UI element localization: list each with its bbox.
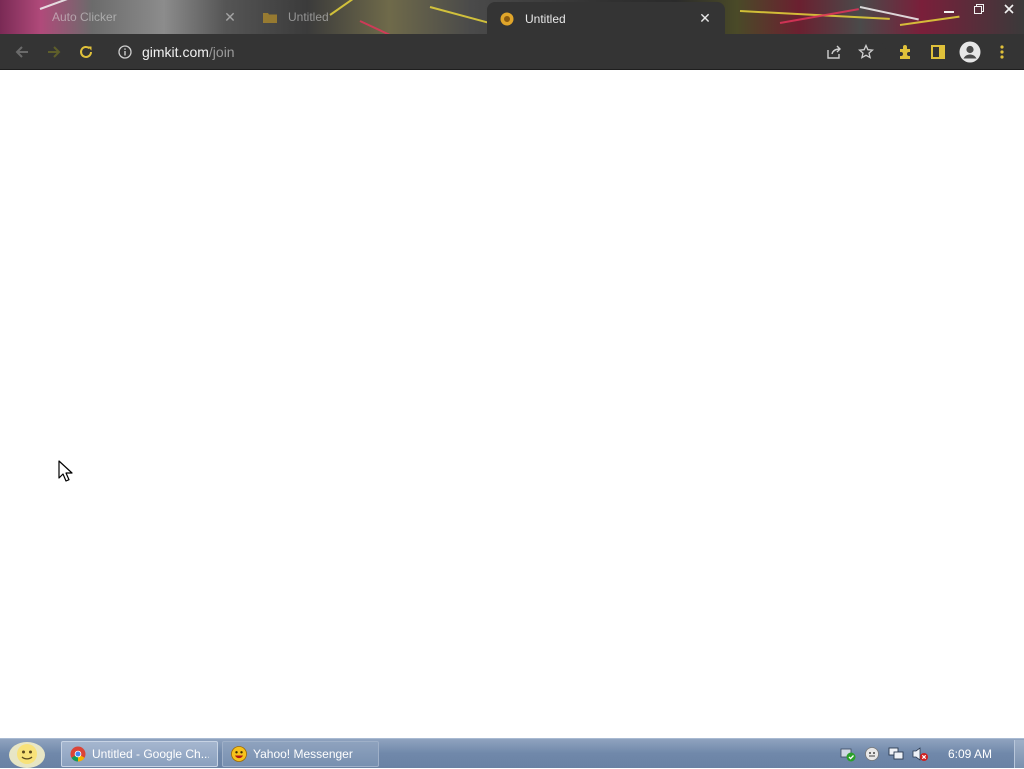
taskbar-clock[interactable]: 6:09 AM [948,747,992,761]
tab-label: Untitled [288,10,329,24]
restore-icon[interactable] [964,0,994,18]
forward-icon[interactable] [42,40,66,64]
side-panel-icon[interactable] [926,40,950,64]
minimize-icon[interactable] [934,0,964,18]
back-icon[interactable] [10,40,34,64]
taskbar-button-chrome[interactable]: Untitled - Google Ch... [61,741,218,767]
close-icon[interactable] [994,0,1024,18]
gimkit-favicon-icon [499,11,515,27]
tab-label: Auto Clicker [52,10,117,24]
menu-icon[interactable] [990,40,1014,64]
bookmark-star-icon[interactable] [854,40,878,64]
display-icon[interactable] [884,744,908,764]
taskbar: Untitled - Google Ch... Yahoo! Messenger… [0,738,1024,768]
taskbar-button-label: Yahoo! Messenger [253,747,353,761]
mouse-cursor-icon [58,460,74,482]
tab-label: Untitled [525,11,566,26]
window-controls [934,0,1024,18]
tab-auto-clicker[interactable]: Auto Clicker ✕ [40,3,250,31]
taskbar-button-label: Untitled - Google Ch... [92,747,209,761]
yahoo-messenger-icon [231,746,247,762]
site-info-icon[interactable] [118,45,132,59]
start-button[interactable] [6,740,48,768]
url-host: gimkit.com [142,44,209,60]
extensions-icon[interactable] [894,40,918,64]
tab-untitled-active[interactable]: Untitled ✕ [487,2,725,34]
volume-muted-icon[interactable] [908,744,932,764]
reload-icon[interactable] [74,40,98,64]
address-bar[interactable]: gimkit.com/join [110,39,886,65]
tab-strip: Auto Clicker ✕ Untitled Untitled ✕ [0,0,1024,34]
share-icon[interactable] [822,40,846,64]
taskbar-button-yahoo-messenger[interactable]: Yahoo! Messenger [222,741,379,767]
page-content [0,70,1024,738]
messenger-tray-icon[interactable] [860,744,884,764]
url-path: /join [208,44,235,60]
show-desktop-button[interactable] [1014,740,1024,768]
chrome-icon [70,746,86,762]
browser-toolbar: gimkit.com/join [0,34,1024,70]
profile-icon[interactable] [958,40,982,64]
system-tray: 6:09 AM [836,739,1024,769]
tab-untitled-1[interactable]: Untitled [250,3,482,31]
folder-icon [262,9,278,25]
close-icon[interactable]: ✕ [222,9,238,25]
network-icon[interactable] [836,744,860,764]
close-icon[interactable]: ✕ [697,10,713,27]
